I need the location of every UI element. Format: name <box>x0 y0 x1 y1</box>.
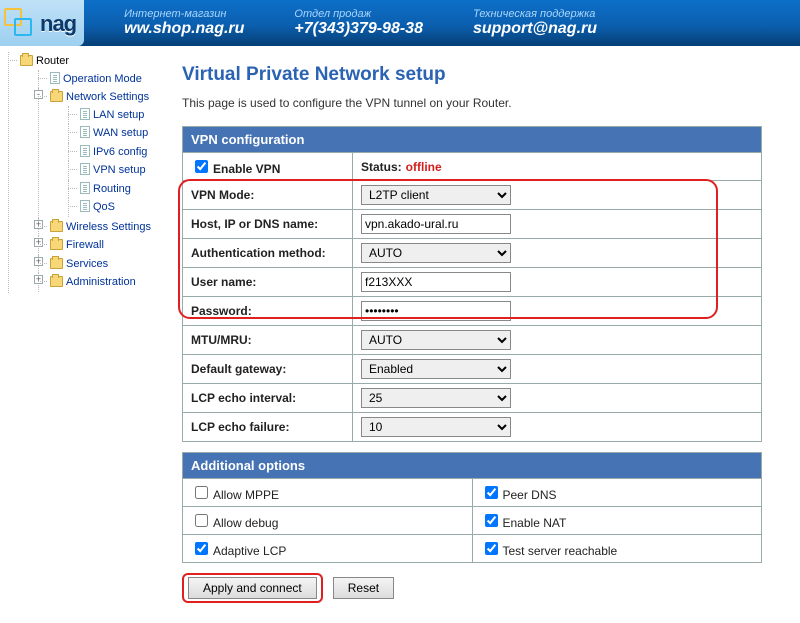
mtu-label: MTU/MRU: <box>183 326 353 355</box>
apply-connect-button[interactable]: Apply and connect <box>188 577 317 599</box>
test-reachable-checkbox[interactable] <box>485 542 498 555</box>
password-label: Password: <box>183 297 353 326</box>
page-title: Virtual Private Network setup <box>182 64 762 86</box>
enable-vpn-label: Enable VPN <box>213 162 280 176</box>
folder-icon <box>50 258 63 269</box>
folder-icon <box>20 55 33 66</box>
expand-icon[interactable]: + <box>34 257 43 266</box>
sidebar-item-network-settings[interactable]: -Network Settings LAN setup WAN setup IP… <box>34 88 156 218</box>
expand-icon[interactable]: + <box>34 238 43 247</box>
vpn-mode-label: VPN Mode: <box>183 181 353 210</box>
allow-mppe-checkbox[interactable] <box>195 486 208 499</box>
section-header-options: Additional options <box>183 453 762 479</box>
expand-icon[interactable]: + <box>34 275 43 284</box>
sidebar-item-ipv6[interactable]: IPv6 config <box>64 143 156 162</box>
allow-debug-checkbox[interactable] <box>195 514 208 527</box>
adaptive-lcp-checkbox[interactable] <box>195 542 208 555</box>
page-icon <box>80 182 90 194</box>
status-label: Status: <box>361 160 402 174</box>
expand-icon[interactable]: + <box>34 220 43 229</box>
sidebar-item-routing[interactable]: Routing <box>64 180 156 199</box>
page-description: This page is used to configure the VPN t… <box>182 96 762 110</box>
page-icon <box>80 163 90 175</box>
collapse-icon[interactable]: - <box>34 90 43 99</box>
page-icon <box>50 72 60 84</box>
allow-debug-label: Allow debug <box>213 516 278 530</box>
logo-text: nag <box>40 11 76 37</box>
sidebar-item-vpn[interactable]: VPN setup <box>64 161 156 180</box>
apply-highlight: Apply and connect <box>182 573 323 603</box>
tree-root[interactable]: Router Operation Mode -Network Settings … <box>4 52 156 293</box>
mtu-select[interactable]: AUTO <box>361 330 511 350</box>
status-value: offline <box>406 160 442 174</box>
app-header: nag Интернет-магазин ww.shop.nag.ru Отде… <box>0 0 800 46</box>
auth-label: Authentication method: <box>183 239 353 268</box>
lcp-failure-select[interactable]: 10 <box>361 417 511 437</box>
folder-icon <box>50 91 63 102</box>
test-reachable-label: Test server reachable <box>503 544 618 558</box>
page-icon <box>80 108 90 120</box>
gateway-select[interactable]: Enabled <box>361 359 511 379</box>
folder-icon <box>50 221 63 232</box>
host-label: Host, IP or DNS name: <box>183 210 353 239</box>
username-label: User name: <box>183 268 353 297</box>
lcp-interval-select[interactable]: 25 <box>361 388 511 408</box>
vpn-mode-select[interactable]: L2TP client <box>361 185 511 205</box>
header-sales: Отдел продаж +7(343)379-98-38 <box>294 8 423 38</box>
additional-options-table: Additional options Allow MPPE Peer DNS A… <box>182 452 762 563</box>
sidebar-item-lan[interactable]: LAN setup <box>64 106 156 125</box>
sidebar-item-wireless[interactable]: +Wireless Settings <box>34 218 156 237</box>
sidebar: Router Operation Mode -Network Settings … <box>0 46 160 623</box>
page-icon <box>80 200 90 212</box>
section-header-vpn: VPN configuration <box>183 127 762 153</box>
auth-select[interactable]: AUTO <box>361 243 511 263</box>
peer-dns-label: Peer DNS <box>503 488 557 502</box>
username-input[interactable] <box>361 272 511 292</box>
folder-icon <box>50 276 63 287</box>
page-icon <box>80 145 90 157</box>
adaptive-lcp-label: Adaptive LCP <box>213 544 286 558</box>
header-shop: Интернет-магазин ww.shop.nag.ru <box>124 8 244 38</box>
logo-icon <box>4 8 36 40</box>
sidebar-item-qos[interactable]: QoS <box>64 198 156 217</box>
host-input[interactable] <box>361 214 511 234</box>
logo: nag <box>0 0 84 46</box>
page-icon <box>80 126 90 138</box>
sidebar-item-firewall[interactable]: +Firewall <box>34 236 156 255</box>
folder-icon <box>50 239 63 250</box>
gateway-label: Default gateway: <box>183 355 353 384</box>
peer-dns-checkbox[interactable] <box>485 486 498 499</box>
sidebar-item-services[interactable]: +Services <box>34 255 156 274</box>
lcp-failure-label: LCP echo failure: <box>183 413 353 442</box>
allow-mppe-label: Allow MPPE <box>213 488 279 502</box>
sidebar-item-wan[interactable]: WAN setup <box>64 124 156 143</box>
vpn-config-table: VPN configuration Enable VPN Status: offl… <box>182 126 762 442</box>
lcp-interval-label: LCP echo interval: <box>183 384 353 413</box>
password-input[interactable] <box>361 301 511 321</box>
enable-nat-label: Enable NAT <box>503 516 567 530</box>
sidebar-item-administration[interactable]: +Administration <box>34 273 156 292</box>
reset-button[interactable]: Reset <box>333 577 394 599</box>
enable-nat-checkbox[interactable] <box>485 514 498 527</box>
sidebar-item-operation-mode[interactable]: Operation Mode <box>34 70 156 89</box>
enable-vpn-checkbox[interactable] <box>195 160 208 173</box>
header-support: Техническая поддержка support@nag.ru <box>473 8 597 38</box>
